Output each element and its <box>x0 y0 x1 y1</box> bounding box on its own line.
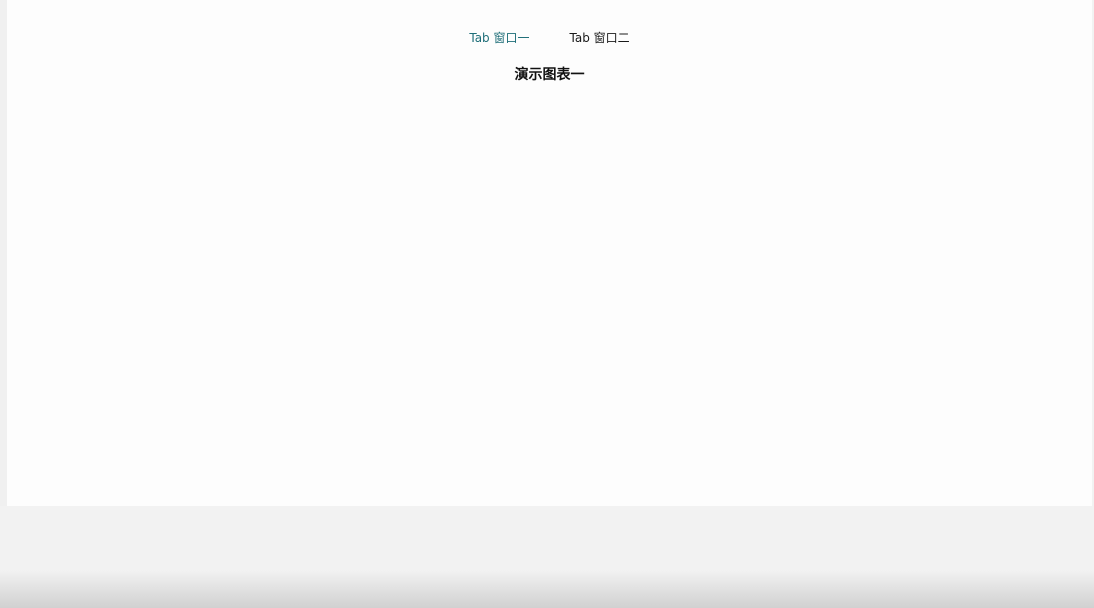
chart-area <box>27 92 1072 492</box>
tab-window-one[interactable]: Tab 窗口一 <box>469 30 529 46</box>
tab-panel: Tab 窗口一 Tab 窗口二 演示图表一 <box>7 0 1092 506</box>
tab-bar: Tab 窗口一 Tab 窗口二 <box>7 30 1092 46</box>
tab-window-two[interactable]: Tab 窗口二 <box>570 30 630 46</box>
bottom-shade <box>0 570 1094 608</box>
left-edge <box>0 0 7 506</box>
chart-title: 演示图表一 <box>514 67 585 83</box>
app-window: Tab 窗口一 Tab 窗口二 演示图表一 <box>0 0 1094 608</box>
